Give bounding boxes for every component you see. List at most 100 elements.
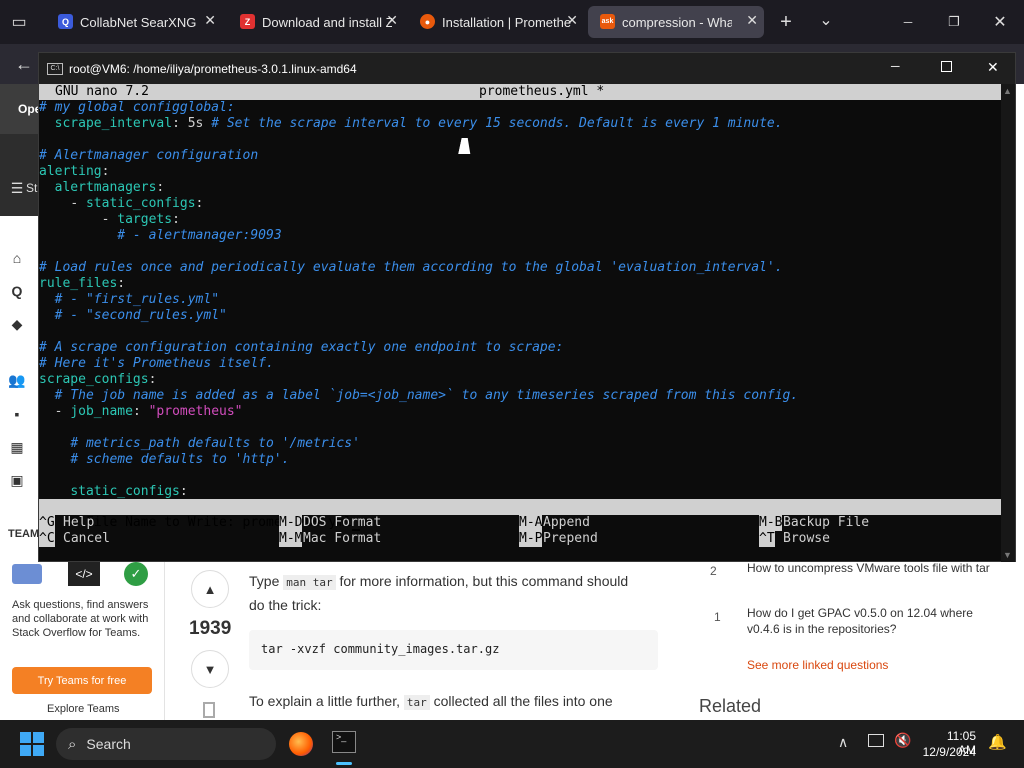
shortcut-key: ^T: [759, 531, 775, 547]
yaml-comment: # - "first_rules.yml": [54, 292, 220, 307]
jobs-icon[interactable]: ▪: [8, 405, 26, 423]
volume-muted-icon[interactable]: 🔇: [894, 732, 911, 749]
back-button[interactable]: ←: [12, 52, 36, 76]
shortcut-label[interactable]: Prepend: [543, 531, 598, 547]
linked-question-link[interactable]: How to uncompress VMware tools file with…: [747, 560, 1002, 576]
try-teams-button[interactable]: Try Teams for free: [12, 667, 152, 694]
yaml-text: :: [179, 484, 188, 499]
shortcut-label[interactable]: Backup File: [783, 515, 869, 531]
yaml-key: scrape_interval: [54, 116, 173, 131]
linked-question-link[interactable]: How do I get GPAC v0.5.0 on 12.04 where …: [747, 605, 1002, 637]
yaml-text: -: [70, 196, 86, 211]
prometheus-favicon-icon: ●: [420, 14, 435, 29]
users-icon[interactable]: 👥: [8, 371, 26, 389]
yaml-key: static_configs: [70, 484, 180, 499]
yaml-comment: # Load rules once and periodically evalu…: [39, 260, 783, 275]
notifications-bell-icon[interactable]: 🔔: [988, 733, 1007, 751]
shortcut-label[interactable]: Help: [63, 515, 94, 531]
terminal-active-indicator: [336, 762, 352, 765]
file-line: alerting:: [39, 164, 1001, 180]
questions-icon[interactable]: Q: [8, 282, 26, 300]
scroll-up-arrow-icon[interactable]: ▲: [1003, 86, 1012, 96]
see-more-linked-link[interactable]: See more linked questions: [747, 658, 888, 672]
answer-area: ▲ 1939 ▼ Type man tar for more informati…: [165, 560, 685, 720]
shortcut-key: M-A: [519, 515, 543, 531]
code-text: tar -xvzf community_images.tar.gz: [261, 642, 500, 656]
clock-date[interactable]: 12/9/2024: [920, 745, 976, 759]
file-line: # - "first_rules.yml": [39, 292, 1001, 308]
search-icon: ⌕: [68, 735, 77, 753]
close-tab-icon[interactable]: ✕: [746, 12, 758, 29]
shortcut-label[interactable]: Cancel: [63, 531, 110, 547]
file-line: [39, 324, 1001, 340]
file-line: scrape_interval: 5s # Set the scrape int…: [39, 116, 1001, 132]
shortcut-label[interactable]: DOS Format: [303, 515, 381, 531]
nano-filename: prometheus.yml *: [479, 84, 605, 99]
terminal-title: root@VM6: /home/iliya/prometheus-3.0.1.l…: [69, 61, 357, 76]
unanswered-icon[interactable]: ▣: [8, 471, 26, 489]
yaml-text: :: [195, 196, 204, 211]
companies-icon[interactable]: ▦: [8, 438, 26, 456]
file-line: - static_configs:: [39, 196, 1001, 212]
terminal-close-button[interactable]: ✕: [987, 59, 999, 76]
taskbar-search[interactable]: ⌕ Search: [56, 728, 276, 760]
terminal-maximize-button[interactable]: [941, 61, 952, 72]
save-prompt[interactable]: File Name to Write: prometheus.yml: [39, 499, 1001, 531]
explore-teams-link[interactable]: Explore Teams: [47, 703, 120, 715]
windows-taskbar: ⌕ Search >_ ∧ 🔇 11:05 AM 12/9/2024 🔔: [0, 720, 1024, 768]
answer-paragraph-2: To explain a little further, tar collect…: [249, 690, 669, 714]
close-tab-icon[interactable]: ✕: [386, 12, 398, 29]
tab-askubuntu[interactable]: ask compression - What c ✕: [588, 6, 764, 38]
file-line: scrape_configs:: [39, 372, 1001, 388]
file-line: # scheme defaults to 'http'.: [39, 452, 1001, 468]
tags-icon[interactable]: ◆: [8, 315, 26, 333]
restore-button[interactable]: ❐: [942, 10, 966, 34]
downvote-button[interactable]: ▼: [191, 650, 229, 688]
network-icon[interactable]: [868, 734, 884, 747]
yaml-text: -: [101, 212, 118, 227]
shortcut-label[interactable]: Append: [543, 515, 590, 531]
terminal-minimize-button[interactable]: ─: [891, 59, 900, 73]
yaml-text: :: [117, 276, 126, 291]
close-tab-icon[interactable]: ✕: [566, 12, 578, 29]
shortcut-key: M-P: [519, 531, 543, 547]
show-hidden-icons-icon[interactable]: ∧: [838, 734, 848, 751]
yaml-key: targets: [117, 212, 173, 227]
yaml-text: : 5s: [172, 116, 212, 131]
home-icon[interactable]: ⌂: [8, 249, 26, 267]
yaml-text: -: [54, 404, 71, 419]
tab-searxng[interactable]: Q CollabNet SearXNG ✕: [46, 6, 222, 38]
yaml-text: :: [148, 372, 157, 387]
start-button[interactable]: [20, 732, 44, 756]
hamburger-icon[interactable]: ☰: [8, 179, 26, 197]
nano-editor[interactable]: GNU nano 7.2 prometheus.yml * # my globa…: [39, 84, 1001, 562]
tab-zabbix[interactable]: Z Download and install Z ✕: [228, 6, 404, 38]
file-line: [39, 132, 1001, 148]
close-window-button[interactable]: ✕: [988, 10, 1012, 34]
terminal-scrollbar[interactable]: ▲ ▼: [1001, 84, 1015, 562]
firefox-taskbar-icon[interactable]: [289, 732, 313, 756]
tab-overview-icon[interactable]: ▭: [8, 12, 30, 32]
new-tab-button[interactable]: +: [774, 10, 798, 34]
linked-score: 1: [714, 610, 721, 624]
terminal-app-icon: C:\: [47, 62, 63, 75]
inline-code: tar: [403, 695, 430, 710]
file-line: # Alertmanager configuration: [39, 148, 1001, 164]
linked-score: 2: [710, 564, 717, 578]
scroll-down-arrow-icon[interactable]: ▼: [1003, 550, 1012, 560]
bookmark-icon[interactable]: [203, 702, 215, 718]
tab-prometheus[interactable]: ● Installation | Promethe ✕: [408, 6, 584, 38]
terminal-window: C:\ root@VM6: /home/iliya/prometheus-3.0…: [38, 52, 1016, 562]
teams-heading: TEAM: [8, 528, 40, 540]
shortcut-label[interactable]: Mac Format: [303, 531, 381, 547]
zabbix-favicon-icon: Z: [240, 14, 255, 29]
shortcut-label[interactable]: Browse: [783, 531, 830, 547]
close-tab-icon[interactable]: ✕: [204, 12, 216, 29]
list-tabs-button[interactable]: ⌄: [814, 8, 838, 32]
upvote-button[interactable]: ▲: [191, 570, 229, 608]
minimize-button[interactable]: ─: [896, 10, 920, 34]
yaml-text: :: [156, 180, 165, 195]
terminal-taskbar-icon[interactable]: >_: [332, 731, 356, 753]
file-line: [39, 420, 1001, 436]
answer-text: To explain a little further,: [249, 693, 400, 709]
